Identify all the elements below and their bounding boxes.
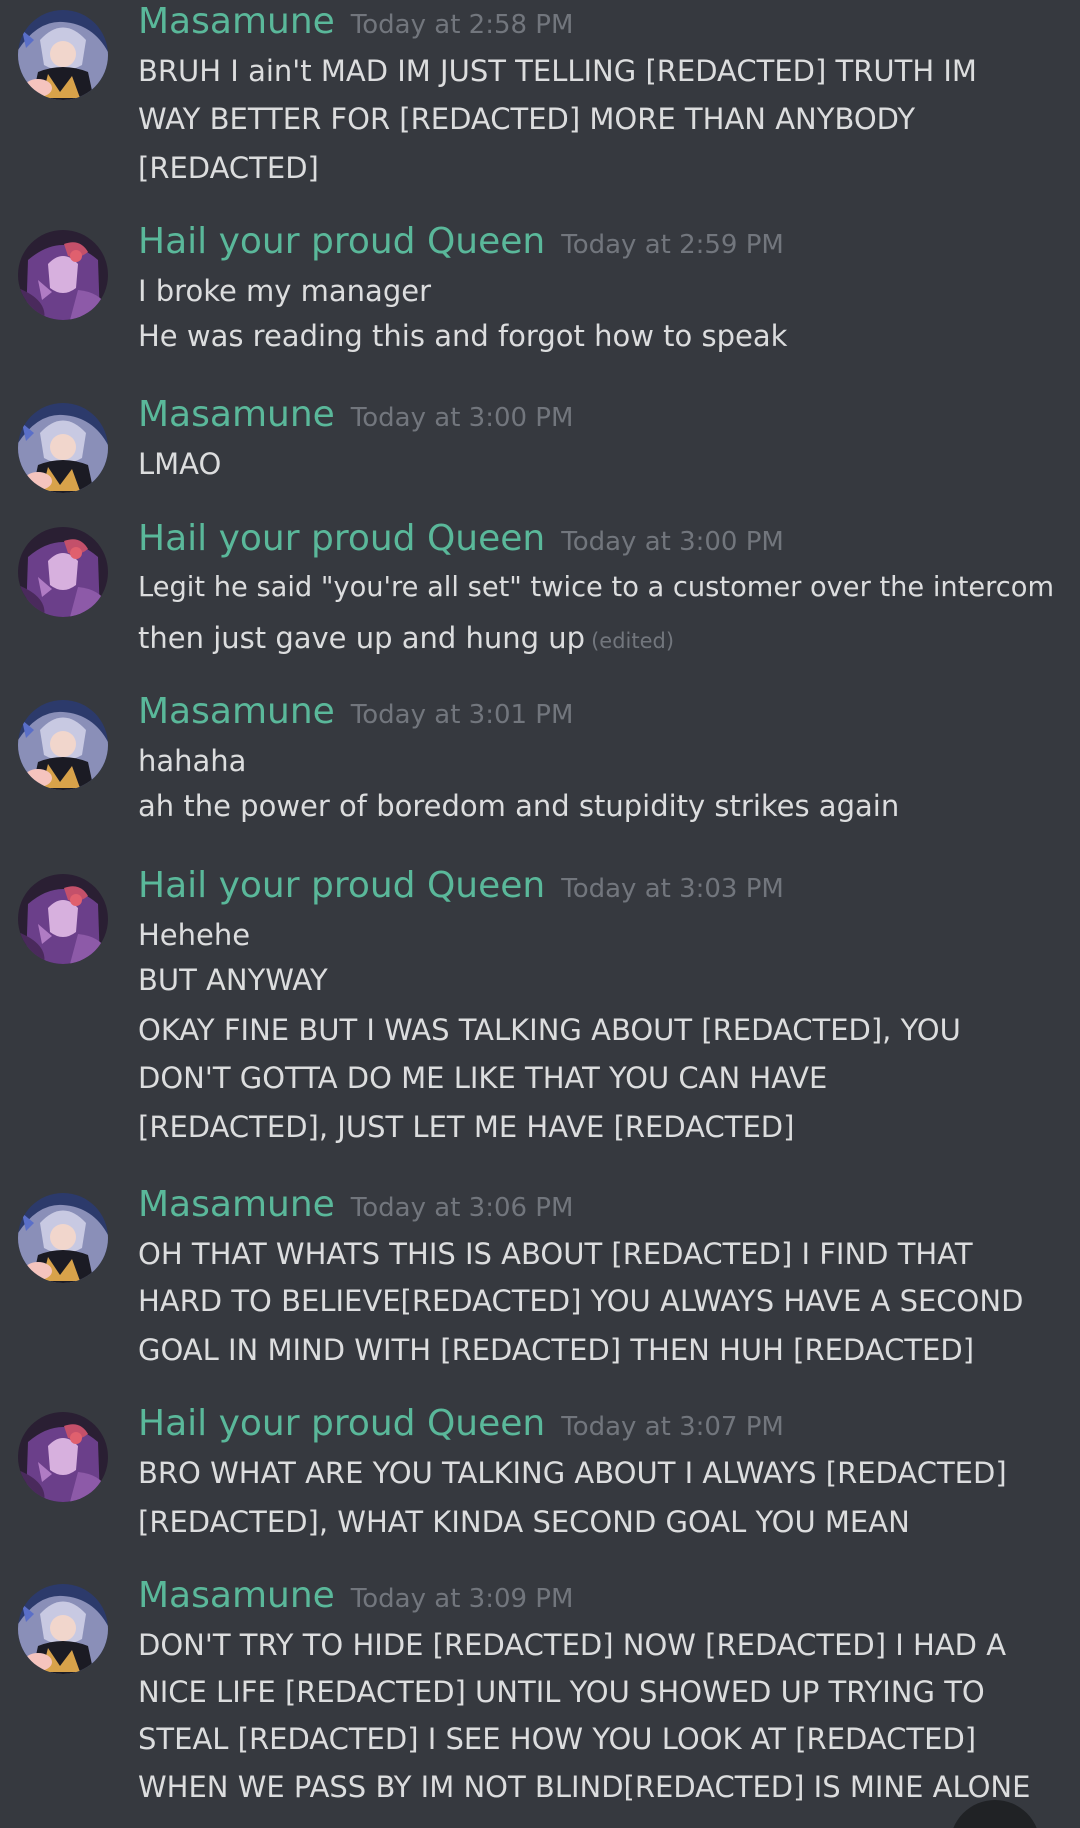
username[interactable]: Hail your proud Queen: [138, 221, 545, 262]
username[interactable]: Masamune: [138, 691, 335, 732]
message-header: Hail your proud Queen Today at 3:07 PM: [138, 1404, 784, 1444]
message-text: Legit he said "you're all set" twice to …: [138, 572, 1055, 603]
message-text: ah the power of boredom and stupidity st…: [138, 789, 900, 823]
message-text: BUT ANYWAY: [138, 963, 328, 997]
timestamp: Today at 3:00 PM: [561, 527, 784, 557]
message-header: Hail your proud Queen Today at 2:59 PM: [138, 222, 784, 262]
message-text: STEAL [REDACTED] I SEE HOW YOU LOOK AT […: [138, 1722, 977, 1756]
username[interactable]: Masamune: [138, 1575, 335, 1616]
message-header: Masamune Today at 3:01 PM: [138, 692, 573, 732]
masamune-avatar[interactable]: [18, 1584, 108, 1674]
edited-label: (edited): [591, 629, 675, 653]
message-text: BRO WHAT ARE YOU TALKING ABOUT I ALWAYS …: [138, 1456, 1007, 1490]
message-text: [REDACTED]: [138, 151, 319, 185]
message-text: DON'T TRY TO HIDE [REDACTED] NOW [REDACT…: [138, 1628, 1007, 1662]
message-text: DON'T GOTTA DO ME LIKE THAT YOU CAN HAVE: [138, 1061, 828, 1095]
message-header: Masamune Today at 3:09 PM: [138, 1576, 573, 1616]
masamune-avatar[interactable]: [18, 403, 108, 493]
timestamp: Today at 3:03 PM: [561, 874, 784, 904]
timestamp: Today at 3:06 PM: [350, 1193, 574, 1223]
message-text: WAY BETTER FOR [REDACTED] MORE THAN ANYB…: [138, 102, 916, 136]
timestamp: Today at 3:01 PM: [350, 700, 574, 730]
message-text: Hehehe: [138, 918, 251, 952]
message-text: hahaha: [138, 744, 247, 778]
timestamp: Today at 3:09 PM: [350, 1584, 574, 1614]
username[interactable]: Hail your proud Queen: [138, 1403, 545, 1444]
timestamp: Today at 2:58 PM: [350, 10, 574, 40]
message-header: Masamune Today at 3:00 PM: [138, 395, 573, 435]
timestamp: Today at 3:07 PM: [561, 1412, 784, 1442]
timestamp: Today at 3:00 PM: [350, 403, 574, 433]
message-header: Hail your proud Queen Today at 3:03 PM: [138, 866, 784, 906]
queen-avatar[interactable]: [18, 1412, 108, 1502]
message-header: Hail your proud Queen Today at 3:00 PM: [138, 519, 784, 559]
message-text: [REDACTED], JUST LET ME HAVE [REDACTED]: [138, 1110, 795, 1144]
queen-avatar[interactable]: [18, 527, 108, 617]
message-text-content: then just gave up and hung up: [138, 621, 586, 655]
message-header: Masamune Today at 3:06 PM: [138, 1185, 573, 1225]
queen-avatar[interactable]: [18, 874, 108, 964]
message-text: OKAY FINE BUT I WAS TALKING ABOUT [REDAC…: [138, 1013, 961, 1047]
message-text: HARD TO BELIEVE[REDACTED] YOU ALWAYS HAV…: [138, 1284, 1024, 1318]
message-text: He was reading this and forgot how to sp…: [138, 319, 788, 353]
message-text: LMAO: [138, 447, 222, 481]
message-text: NICE LIFE [REDACTED] UNTIL YOU SHOWED UP…: [138, 1675, 985, 1709]
timestamp: Today at 2:59 PM: [561, 230, 784, 260]
message-text: BRUH I ain't MAD IM JUST TELLING [REDACT…: [138, 54, 977, 88]
masamune-avatar[interactable]: [18, 1193, 108, 1283]
username[interactable]: Hail your proud Queen: [138, 865, 545, 906]
masamune-avatar[interactable]: [18, 700, 108, 790]
message-text: OH THAT WHATS THIS IS ABOUT [REDACTED] I…: [138, 1237, 973, 1271]
message-text: [REDACTED], WHAT KINDA SECOND GOAL YOU M…: [138, 1505, 910, 1539]
queen-avatar[interactable]: [18, 230, 108, 320]
message-text: I broke my manager: [138, 274, 432, 308]
username[interactable]: Masamune: [138, 1, 335, 42]
message-text: then just gave up and hung up (edited): [138, 618, 674, 661]
message-text: WHEN WE PASS BY IM NOT BLIND[REDACTED] I…: [138, 1770, 1031, 1804]
username[interactable]: Hail your proud Queen: [138, 518, 545, 559]
username[interactable]: Masamune: [138, 1184, 335, 1225]
username[interactable]: Masamune: [138, 394, 335, 435]
message-text: GOAL IN MIND WITH [REDACTED] THEN HUH [R…: [138, 1333, 975, 1367]
message-header: Masamune Today at 2:58 PM: [138, 2, 573, 42]
chat-message-list: Masamune Today at 2:58 PM BRUH I ain't MA…: [0, 0, 1080, 1828]
masamune-avatar[interactable]: [18, 10, 108, 100]
